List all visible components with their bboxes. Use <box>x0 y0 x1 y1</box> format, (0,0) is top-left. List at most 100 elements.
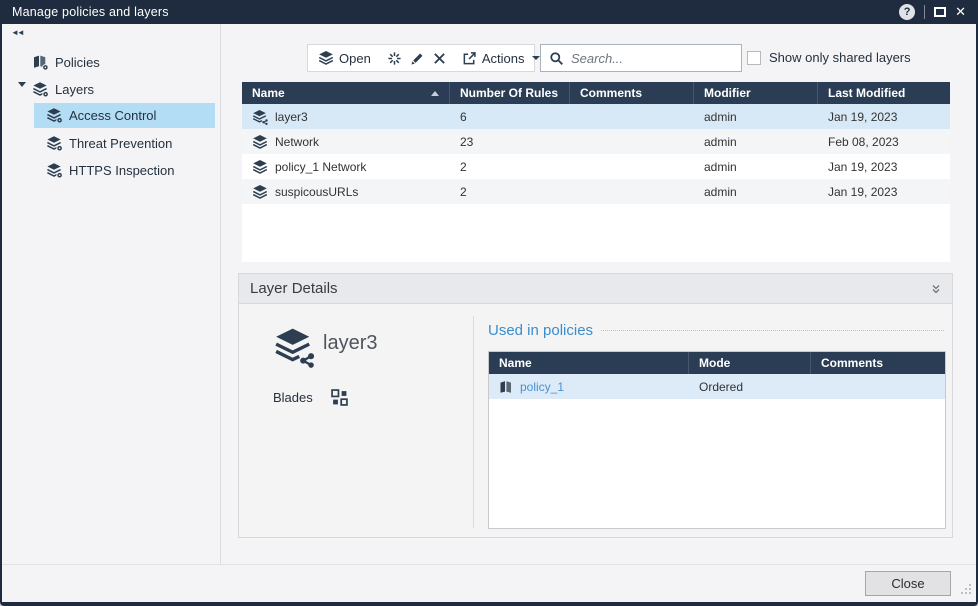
last-modified-cell: Jan 19, 2023 <box>818 154 950 179</box>
sidebar-item-policies[interactable]: Policies <box>32 51 100 73</box>
shared-layer-icon <box>252 109 268 125</box>
delete-x-icon <box>433 52 446 65</box>
actions-dropdown-button[interactable]: Actions <box>458 51 545 66</box>
column-header-last-modified[interactable]: Last Modified <box>818 82 950 104</box>
help-icon[interactable]: ? <box>899 4 915 20</box>
sidebar-item-label: HTTPS Inspection <box>69 163 175 178</box>
blades-label: Blades <box>273 390 313 405</box>
mode-cell: Ordered <box>689 374 811 399</box>
layer-name: policy_1 Network <box>275 160 366 174</box>
footer: Close <box>2 564 976 602</box>
dotted-rule <box>601 330 944 331</box>
sidebar-item-label: Policies <box>55 55 100 70</box>
used-column-comments[interactable]: Comments <box>811 352 945 374</box>
blades-grid-icon[interactable] <box>331 389 348 406</box>
layers-table-header: Name Number Of Rules Comments Modifier L… <box>242 82 950 104</box>
layer-name: suspicousURLs <box>275 185 358 199</box>
layer-details-panel: Layer Details layer3 Blades <box>238 273 953 538</box>
layers-gear-icon <box>46 135 63 152</box>
window-title: Manage policies and layers <box>12 5 169 19</box>
pencil-icon <box>410 51 425 66</box>
export-actions-icon <box>462 51 477 66</box>
resize-grip[interactable] <box>959 582 972 600</box>
column-header-number-of-rules[interactable]: Number Of Rules <box>450 82 570 104</box>
comments-cell <box>570 129 694 154</box>
modifier-cell: admin <box>694 129 818 154</box>
edit-layer-button[interactable] <box>406 51 429 66</box>
policies-icon <box>32 54 49 71</box>
last-modified-cell: Feb 08, 2023 <box>818 129 950 154</box>
maximize-icon <box>934 7 946 17</box>
rules-count: 6 <box>450 104 570 129</box>
collapse-sidebar-icon[interactable]: ◄◄ <box>11 28 23 37</box>
sidebar-item-label: Threat Prevention <box>69 136 172 151</box>
layers-icon <box>252 184 268 200</box>
policy-link[interactable]: policy_1 <box>520 380 564 394</box>
rules-count: 23 <box>450 129 570 154</box>
table-row-suspicousurls[interactable]: suspicousURLs 2 admin Jan 19, 2023 <box>242 179 950 204</box>
column-header-comments[interactable]: Comments <box>570 82 694 104</box>
titlebar[interactable]: Manage policies and layers ? ✕ <box>0 0 978 24</box>
show-shared-checkbox[interactable] <box>747 51 761 65</box>
rules-count: 2 <box>450 179 570 204</box>
sidebar-item-https-inspection[interactable]: HTTPS Inspection <box>46 158 175 183</box>
last-modified-cell: Jan 19, 2023 <box>818 104 950 129</box>
policy-package-icon <box>499 380 513 394</box>
last-modified-cell: Jan 19, 2023 <box>818 179 950 204</box>
layers-table: Name Number Of Rules Comments Modifier L… <box>242 82 950 262</box>
details-divider <box>473 316 474 528</box>
sidebar-item-label: Access Control <box>69 108 156 123</box>
column-header-name[interactable]: Name <box>242 82 450 104</box>
open-button[interactable]: Open <box>314 50 375 66</box>
chevron-expanded-icon[interactable] <box>18 82 26 87</box>
delete-layer-button[interactable] <box>429 52 450 65</box>
actions-label: Actions <box>482 51 525 66</box>
used-column-mode[interactable]: Mode <box>689 352 811 374</box>
maximize-button[interactable] <box>934 7 946 17</box>
blades-row: Blades <box>273 389 348 406</box>
used-table-header: Name Mode Comments <box>489 352 945 374</box>
sidebar: ◄◄ Policies <box>2 24 221 564</box>
comments-cell <box>570 179 694 204</box>
layer-name: layer3 <box>275 110 308 124</box>
open-label: Open <box>339 51 371 66</box>
titlebar-separator <box>924 5 925 19</box>
comments-cell <box>570 154 694 179</box>
layers-gear-icon <box>32 81 49 98</box>
layers-gear-icon <box>46 107 63 124</box>
comments-cell <box>570 104 694 129</box>
close-button[interactable]: Close <box>865 571 951 596</box>
layers-icon <box>318 50 334 66</box>
rules-count: 2 <box>450 154 570 179</box>
used-column-name[interactable]: Name <box>489 352 689 374</box>
layer-details-header: Layer Details <box>239 274 952 304</box>
column-header-modifier[interactable]: Modifier <box>694 82 818 104</box>
layer-details-title: Layer Details <box>250 280 338 297</box>
close-window-button[interactable]: ✕ <box>955 4 966 20</box>
layer-name: Network <box>275 135 319 149</box>
search-icon <box>549 51 564 66</box>
table-row-layer3[interactable]: layer3 6 admin Jan 19, 2023 <box>242 104 950 129</box>
sidebar-item-threat-prevention[interactable]: Threat Prevention <box>46 131 172 156</box>
sidebar-item-access-control[interactable]: Access Control <box>34 103 215 128</box>
search-input[interactable] <box>571 51 749 66</box>
new-star-icon <box>387 51 402 66</box>
used-in-policies-table: Name Mode Comments polic <box>488 351 946 529</box>
toolbar: Open <box>307 44 535 72</box>
used-table-row-policy1[interactable]: policy_1 Ordered <box>489 374 945 399</box>
table-row-policy1-network[interactable]: policy_1 Network 2 admin Jan 19, 2023 <box>242 154 950 179</box>
table-row-network[interactable]: Network 23 admin Feb 08, 2023 <box>242 129 950 154</box>
detail-layer-name: layer3 <box>323 332 377 355</box>
collapse-panel-icon[interactable] <box>931 283 941 295</box>
sidebar-item-label: Layers <box>55 82 94 97</box>
modifier-cell: admin <box>694 104 818 129</box>
sidebar-item-layers[interactable]: Layers <box>32 78 94 100</box>
comments-cell <box>811 374 945 399</box>
new-layer-button[interactable] <box>383 51 406 66</box>
manage-policies-dialog: Manage policies and layers ? ✕ ◄◄ Polici… <box>0 0 978 606</box>
shared-layer-large-icon <box>273 326 315 368</box>
layers-icon <box>252 134 268 150</box>
show-shared-label: Show only shared layers <box>769 50 911 65</box>
search-box[interactable] <box>540 44 742 72</box>
modifier-cell: admin <box>694 154 818 179</box>
